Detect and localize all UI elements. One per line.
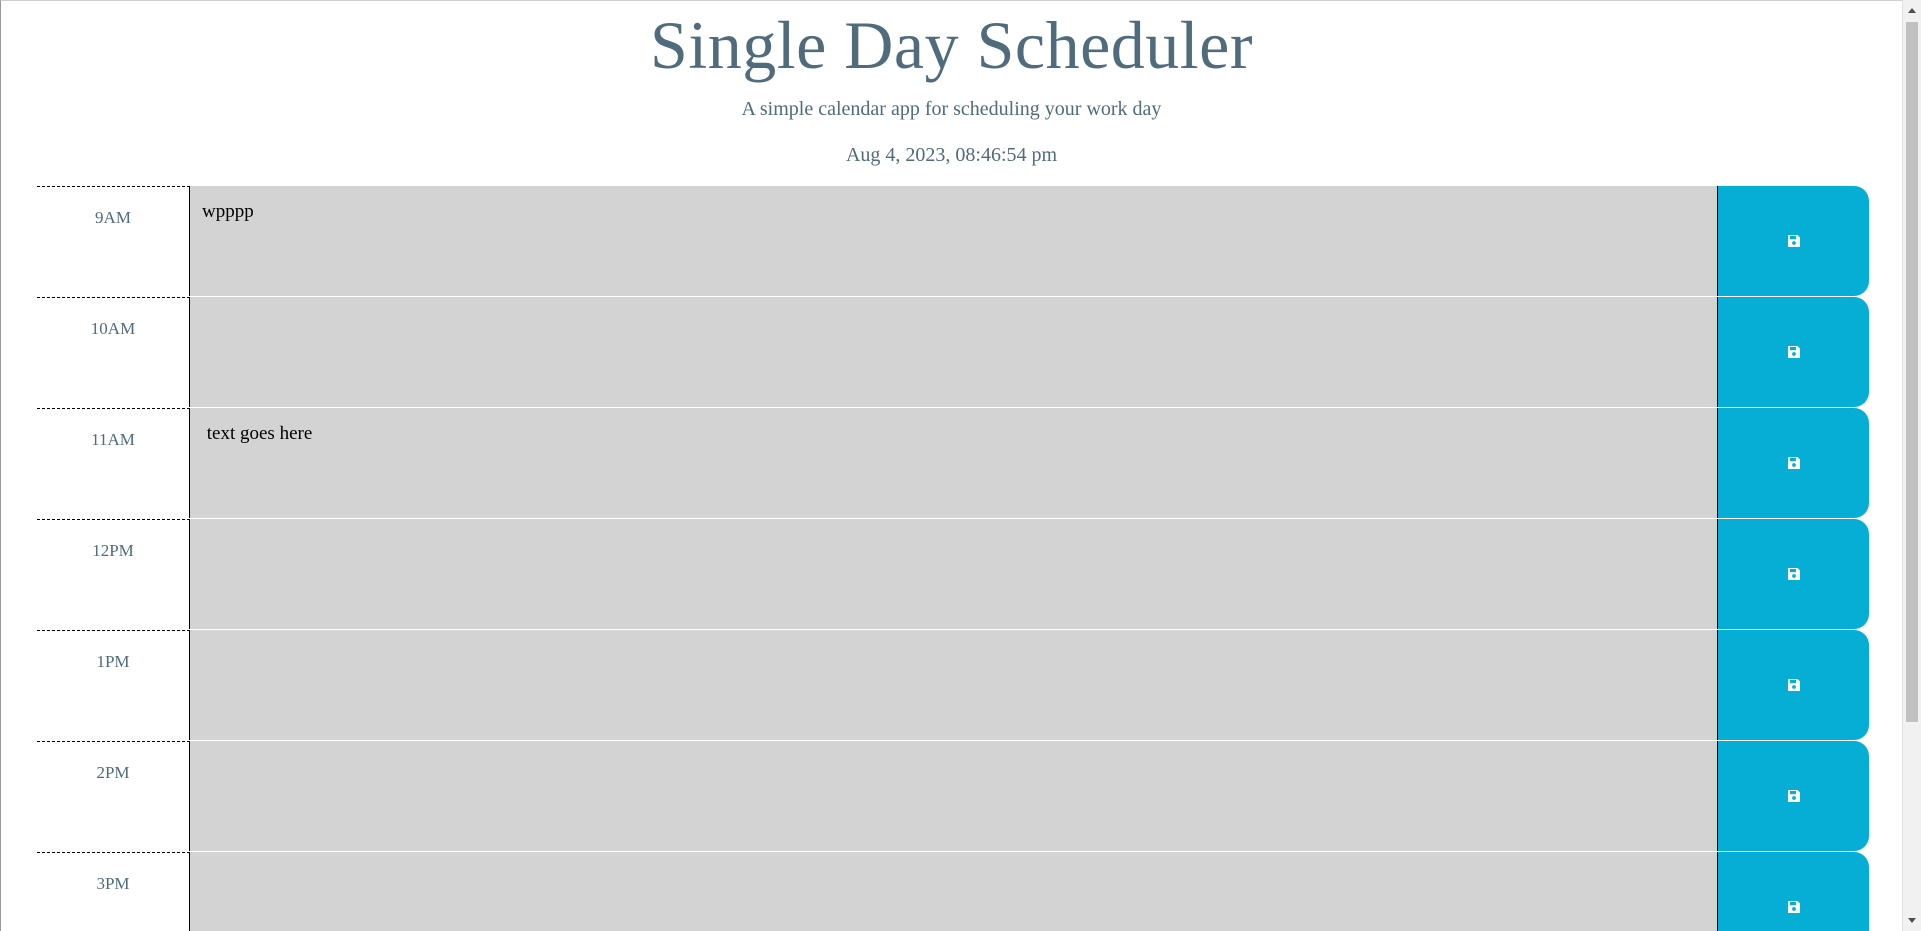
current-datetime: Aug 4, 2023, 08:46:54 pm (845, 144, 1058, 166)
save-button[interactable] (1717, 852, 1869, 931)
time-block-list: 9AM wpppp 10AM 11AM text goes here 12PM (37, 186, 1869, 931)
time-block-row: 11AM text goes here (37, 408, 1869, 518)
event-description-input[interactable] (190, 519, 1717, 629)
save-icon (1787, 235, 1800, 247)
page-viewport: Single Day Scheduler A simple calendar a… (0, 0, 1902, 931)
scrollbar-thumb[interactable] (1906, 22, 1918, 722)
time-block-row: 1PM (37, 630, 1869, 740)
hour-label: 1PM (37, 630, 190, 740)
save-icon (1787, 568, 1800, 580)
time-block-row: 10AM (37, 297, 1869, 407)
time-block-row: 9AM wpppp (37, 186, 1869, 296)
event-description-input[interactable] (190, 630, 1717, 740)
vertical-scrollbar[interactable] (1902, 0, 1921, 931)
hour-label: 11AM (37, 408, 190, 518)
save-button[interactable] (1717, 186, 1869, 296)
time-block-row: 2PM (37, 741, 1869, 851)
scroll-down-arrow-icon[interactable] (1908, 918, 1916, 923)
save-icon (1787, 457, 1800, 469)
save-icon (1787, 679, 1800, 691)
page-subtitle: A simple calendar app for scheduling you… (741, 98, 1162, 120)
save-icon (1787, 346, 1800, 358)
event-description-input[interactable]: text goes here (190, 408, 1717, 518)
save-button[interactable] (1717, 297, 1869, 407)
time-block-row: 12PM (37, 519, 1869, 629)
hour-label: 12PM (37, 519, 190, 629)
event-description-input[interactable] (190, 741, 1717, 851)
save-button[interactable] (1717, 519, 1869, 629)
save-icon (1787, 790, 1800, 802)
scroll-up-arrow-icon[interactable] (1908, 8, 1916, 13)
save-button[interactable] (1717, 408, 1869, 518)
event-description-input[interactable] (190, 852, 1717, 931)
hour-label: 10AM (37, 297, 190, 407)
event-description-input[interactable] (190, 297, 1717, 407)
event-description-input[interactable]: wpppp (190, 186, 1717, 296)
page-title: Single Day Scheduler (650, 7, 1253, 83)
save-button[interactable] (1717, 630, 1869, 740)
hour-label: 9AM (37, 186, 190, 296)
hour-label: 2PM (37, 741, 190, 851)
time-block-row: 3PM (37, 852, 1869, 931)
page-header: Single Day Scheduler A simple calendar a… (1, 1, 1902, 165)
hour-label: 3PM (37, 852, 190, 931)
save-button[interactable] (1717, 741, 1869, 851)
save-icon (1787, 901, 1800, 913)
